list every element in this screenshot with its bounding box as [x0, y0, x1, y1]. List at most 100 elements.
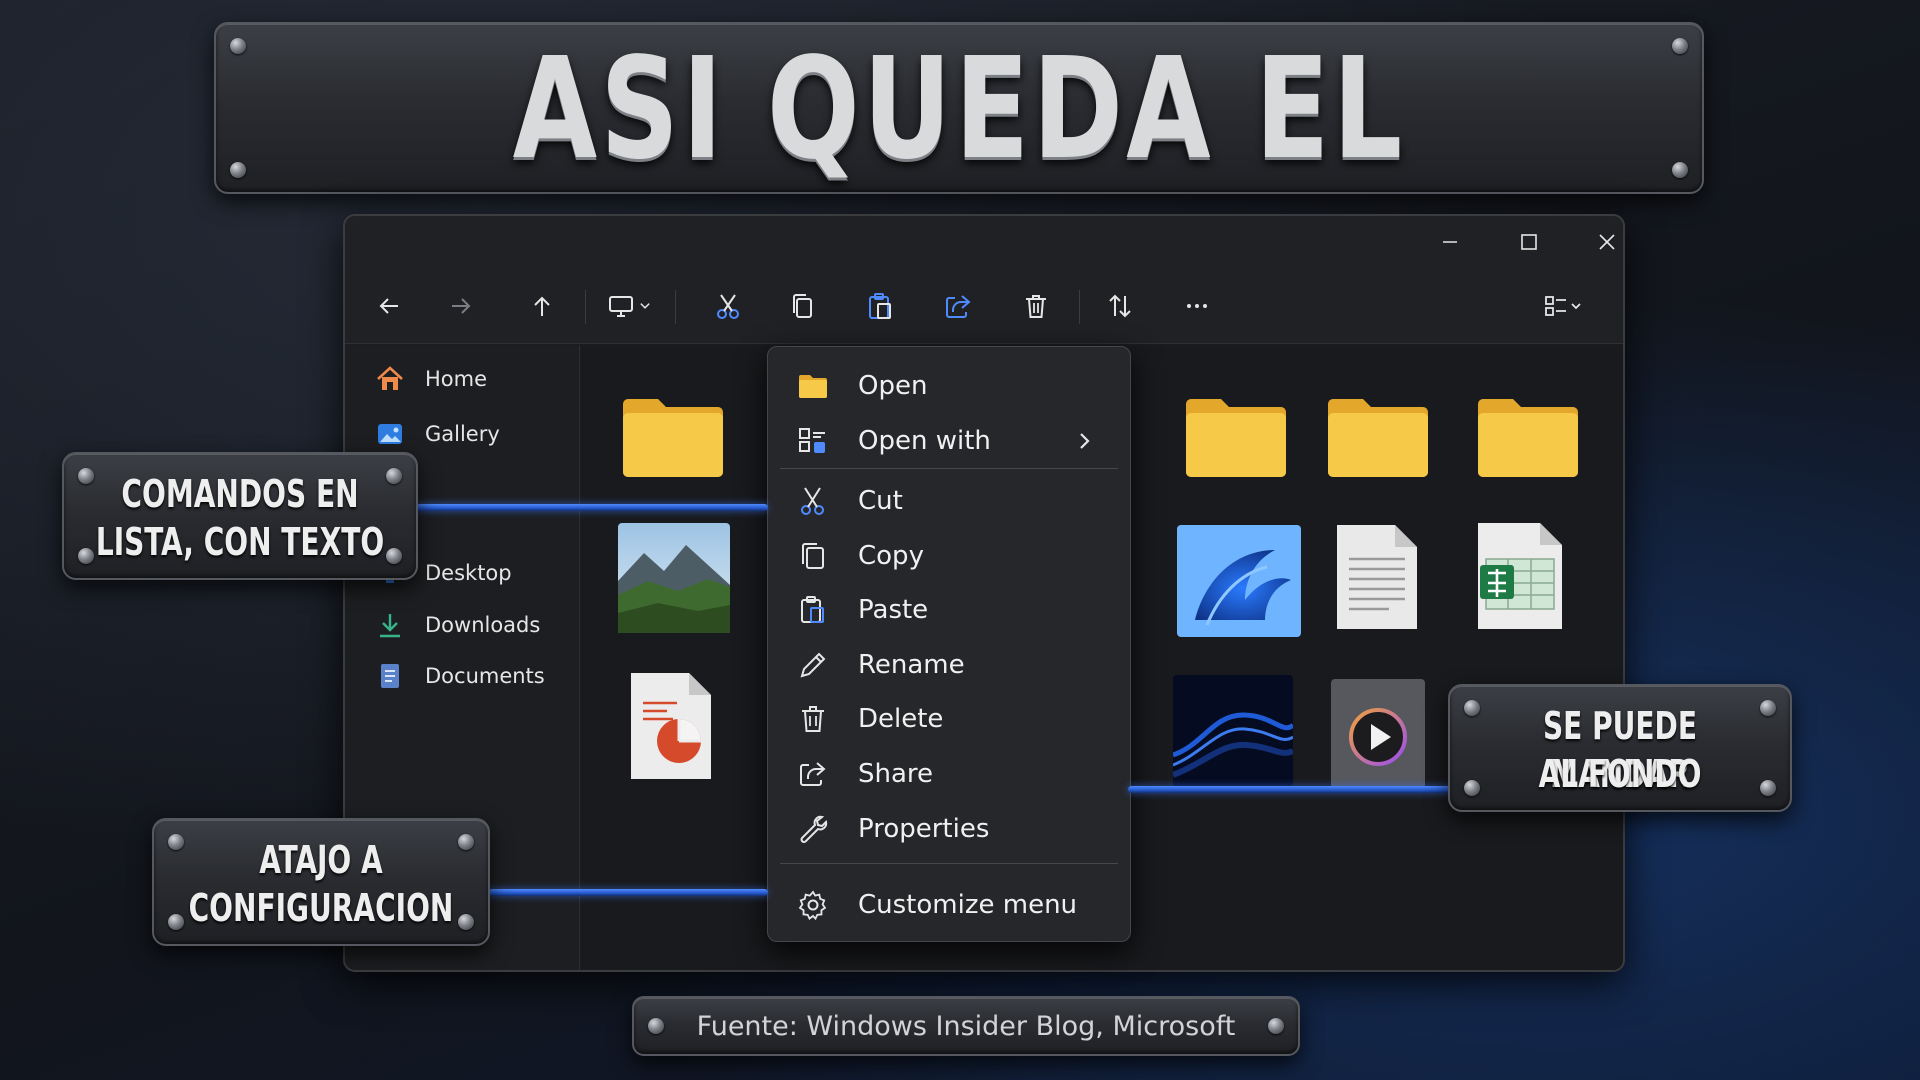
- title-plate: ASI QUEDA EL MENU: [214, 22, 1704, 350]
- wave-image-icon[interactable]: [1171, 675, 1295, 791]
- copy-icon: [796, 539, 830, 573]
- screw-icon: [1760, 780, 1776, 796]
- connector-line: [488, 889, 768, 896]
- forward-arrow-icon[interactable]: [439, 286, 483, 326]
- chevron-right-icon: [1072, 429, 1096, 460]
- screw-icon: [386, 468, 402, 484]
- menu-item-copy[interactable]: Copy: [780, 532, 1118, 580]
- gallery-icon: [375, 419, 405, 449]
- cut-icon: [796, 484, 830, 518]
- menu-item-delete[interactable]: Delete: [780, 695, 1118, 743]
- landscape-image-icon[interactable]: [618, 523, 730, 637]
- maximize-icon[interactable]: [1506, 224, 1552, 260]
- sidebar-item-label: Gallery: [425, 422, 500, 446]
- menu-item-label: Open with: [858, 426, 991, 456]
- sidebar-item-label: Downloads: [425, 613, 541, 637]
- callout-text-line1: COMANDOS EN: [121, 472, 359, 516]
- screw-icon: [168, 834, 184, 850]
- sidebar-item-home[interactable]: Home: [375, 359, 487, 399]
- callout-left-top: COMANDOS EN LISTA, CON TEXTO: [62, 452, 418, 580]
- screw-icon: [458, 914, 474, 930]
- screw-icon: [1464, 700, 1480, 716]
- delete-icon[interactable]: [1014, 286, 1058, 326]
- menu-item-label: Delete: [858, 704, 944, 734]
- connector-line: [416, 504, 768, 511]
- screw-icon: [1672, 38, 1688, 54]
- callout-text-line1: ATAJO A: [259, 838, 383, 882]
- folder-icon[interactable]: [1474, 390, 1582, 486]
- connector-line: [1128, 786, 1454, 793]
- menu-item-share[interactable]: Share: [780, 750, 1118, 798]
- screw-icon: [1672, 162, 1688, 178]
- paste-icon[interactable]: [858, 286, 902, 326]
- video-icon[interactable]: [1331, 679, 1425, 793]
- screw-icon: [78, 468, 94, 484]
- copy-icon[interactable]: [781, 286, 825, 326]
- menu-item-label: Properties: [858, 814, 990, 844]
- source-plate: Fuente: Windows Insider Blog, Microsoft: [632, 996, 1300, 1056]
- screw-icon: [78, 548, 94, 564]
- minimize-icon[interactable]: [1427, 224, 1473, 260]
- toolbar-separator: [585, 290, 586, 324]
- sidebar-item-gallery[interactable]: Gallery: [375, 414, 500, 454]
- rename-icon: [796, 648, 830, 682]
- downloads-icon: [375, 610, 405, 640]
- sidebar-item-label: Desktop: [425, 561, 512, 585]
- menu-item-cut[interactable]: Cut: [780, 477, 1118, 525]
- menu-item-open-with[interactable]: Open with: [780, 417, 1118, 465]
- menu-item-label: Customize menu: [858, 890, 1078, 920]
- folder-icon[interactable]: [1182, 390, 1290, 486]
- presentation-icon[interactable]: [627, 669, 715, 787]
- sort-icon[interactable]: [1098, 286, 1142, 326]
- screw-icon: [230, 38, 246, 54]
- menu-item-properties[interactable]: Properties: [780, 805, 1118, 853]
- more-icon[interactable]: [1175, 286, 1219, 326]
- screw-icon: [230, 162, 246, 178]
- gear-icon: [796, 888, 830, 922]
- menu-item-customize-menu[interactable]: Customize menu: [780, 881, 1118, 929]
- up-arrow-icon[interactable]: [520, 286, 564, 326]
- share-icon: [796, 757, 830, 791]
- callout-text-line2: CONFIGURACION: [188, 886, 454, 930]
- callout-right: SE PUEDE MANDAR AL FONDO: [1448, 684, 1792, 812]
- text-document-icon[interactable]: [1333, 521, 1421, 637]
- callout-text-line2: AL FONDO: [1538, 752, 1702, 796]
- toolbar-separator: [675, 290, 676, 324]
- screw-icon: [1464, 780, 1480, 796]
- menu-separator: [780, 863, 1118, 864]
- chevron-down-icon[interactable]: [631, 286, 659, 326]
- menu-item-open[interactable]: Open: [780, 362, 1118, 410]
- sidebar-item-downloads[interactable]: Downloads: [375, 605, 540, 645]
- menu-item-paste[interactable]: Paste: [780, 586, 1118, 634]
- spreadsheet-icon[interactable]: [1474, 519, 1566, 637]
- folder-icon: [796, 369, 830, 403]
- home-icon: [375, 364, 405, 394]
- sidebar-item-documents[interactable]: Documents: [375, 656, 545, 696]
- menu-item-label: Paste: [858, 595, 929, 625]
- windows-wallpaper-icon[interactable]: [1177, 525, 1301, 641]
- menu-item-label: Share: [858, 759, 934, 789]
- toolbar-separator: [1079, 290, 1080, 324]
- folder-icon[interactable]: [619, 390, 727, 486]
- cut-icon[interactable]: [706, 286, 750, 326]
- menu-item-label: Cut: [858, 486, 903, 516]
- menu-separator: [780, 468, 1118, 469]
- open-with-icon: [796, 424, 830, 458]
- source-caption: Fuente: Windows Insider Blog, Microsoft: [696, 1010, 1236, 1042]
- screw-icon: [168, 914, 184, 930]
- sidebar-item-label: Home: [425, 367, 488, 391]
- callout-text-line2: LISTA, CON TEXTO: [95, 520, 385, 564]
- paste-icon: [796, 593, 830, 627]
- screw-icon: [1760, 700, 1776, 716]
- callout-left-bottom: ATAJO A CONFIGURACION: [152, 818, 490, 946]
- menu-item-rename[interactable]: Rename: [780, 641, 1118, 689]
- sidebar-item-label: Documents: [425, 664, 545, 688]
- back-arrow-icon[interactable]: [367, 286, 411, 326]
- folder-icon[interactable]: [1324, 390, 1432, 486]
- screw-icon: [458, 834, 474, 850]
- menu-item-label: Copy: [858, 541, 924, 571]
- close-icon[interactable]: [1584, 224, 1623, 260]
- documents-icon: [375, 661, 405, 691]
- view-icon[interactable]: [1535, 286, 1591, 326]
- share-icon[interactable]: [936, 286, 980, 326]
